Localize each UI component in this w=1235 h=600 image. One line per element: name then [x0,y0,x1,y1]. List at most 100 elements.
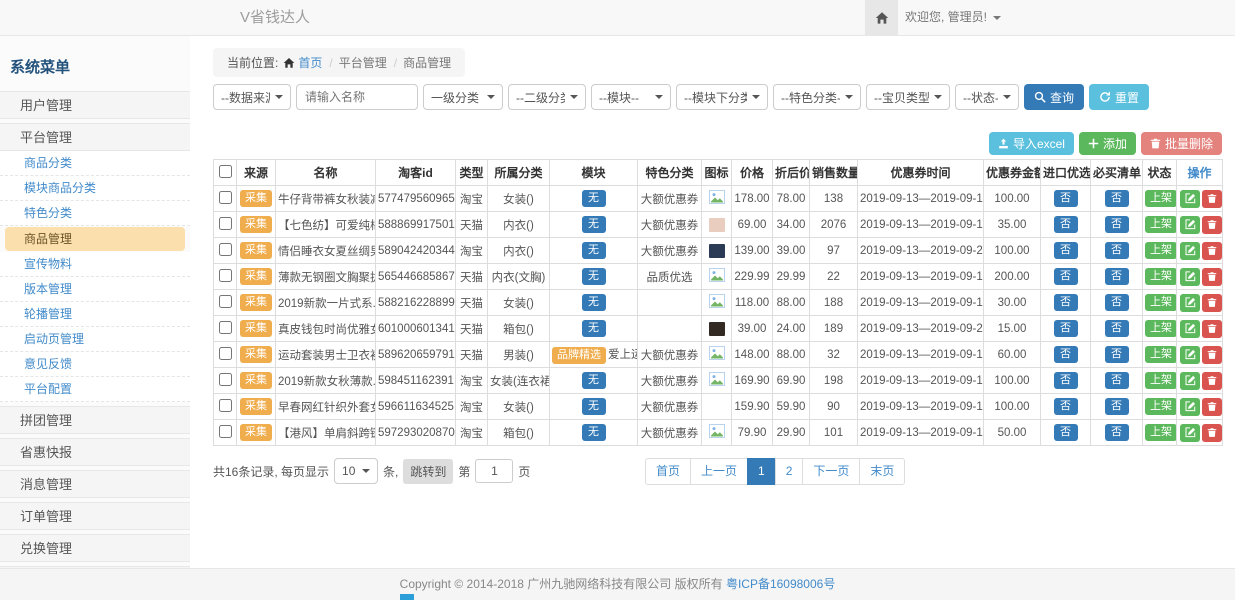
must-buy-badge[interactable]: 否 [1105,346,1129,363]
module-badge[interactable]: 无 [582,424,606,441]
edit-button[interactable] [1180,190,1200,208]
sidebar-item[interactable]: 轮播管理 [0,302,190,327]
breadcrumb-home-link[interactable]: 首页 [283,54,322,71]
sidebar-item[interactable]: 模块商品分类 [0,176,190,201]
import-flag-badge[interactable]: 否 [1054,242,1078,259]
must-buy-badge[interactable]: 否 [1105,216,1129,233]
page-button[interactable]: 1 [747,458,776,485]
module-badge[interactable]: 无 [582,372,606,389]
sidebar-group[interactable]: 消息管理 [0,470,190,498]
import-flag-badge[interactable]: 否 [1054,190,1078,207]
module-badge[interactable]: 无 [582,190,606,207]
must-buy-badge[interactable]: 否 [1105,268,1129,285]
page-button[interactable]: 末页 [859,458,905,485]
module-badge[interactable]: 无 [582,242,606,259]
delete-button[interactable] [1202,268,1222,286]
filter-select[interactable]: --模块下分类-- [676,84,768,110]
import-flag-badge[interactable]: 否 [1054,294,1078,311]
module-badge[interactable]: 无 [582,398,606,415]
delete-button[interactable] [1202,294,1222,312]
edit-button[interactable] [1180,268,1200,286]
select-all-checkbox[interactable] [219,165,232,178]
row-checkbox[interactable] [219,373,232,386]
filter-select[interactable]: --模块-- [591,84,671,110]
sidebar-group[interactable]: 省惠快报 [0,438,190,466]
sidebar-item[interactable]: 意见反馈 [0,352,190,377]
delete-button[interactable] [1202,372,1222,390]
delete-button[interactable] [1202,190,1222,208]
import-excel-button[interactable]: 导入excel [989,132,1074,155]
delete-button[interactable] [1202,216,1222,234]
per-page-select[interactable]: 10 [334,458,378,484]
edit-button[interactable] [1180,398,1200,416]
row-checkbox[interactable] [219,347,232,360]
module-badge[interactable]: 无 [582,320,606,337]
status-badge[interactable]: 上架 [1145,294,1177,311]
status-badge[interactable]: 上架 [1145,424,1177,441]
status-badge[interactable]: 上架 [1145,190,1177,207]
status-badge[interactable]: 上架 [1145,398,1177,415]
sidebar-item[interactable]: 特色分类 [0,201,190,226]
filter-select[interactable]: --特色分类-- [773,84,861,110]
filter-select[interactable]: --数据来源-- [213,84,291,110]
sidebar-item[interactable]: 启动页管理 [0,327,190,352]
row-checkbox[interactable] [219,217,232,230]
filter-select[interactable]: 一级分类 [423,84,503,110]
delete-button[interactable] [1202,424,1222,442]
module-badge[interactable]: 品牌精选 [552,347,606,364]
user-menu[interactable]: 欢迎您, 管理员! [905,0,1001,35]
filter-select[interactable]: --二级分类-- [508,84,586,110]
edit-button[interactable] [1180,424,1200,442]
edit-button[interactable] [1180,372,1200,390]
status-badge[interactable]: 上架 [1145,242,1177,259]
sidebar-group[interactable]: 平台管理 [0,123,190,151]
page-button[interactable]: 下一页 [802,458,860,485]
filter-select[interactable]: --状态-- [955,84,1019,110]
home-button[interactable] [865,0,898,35]
sidebar-item[interactable]: 宣传物料 [0,252,190,277]
search-input[interactable] [296,84,418,110]
query-button[interactable]: 查询 [1024,84,1084,110]
row-checkbox[interactable] [219,191,232,204]
batch-delete-button[interactable]: 批量删除 [1141,132,1222,155]
filter-select[interactable]: --宝贝类型-- [866,84,950,110]
import-flag-badge[interactable]: 否 [1054,346,1078,363]
row-checkbox[interactable] [219,399,232,412]
import-flag-badge[interactable]: 否 [1054,424,1078,441]
delete-button[interactable] [1202,346,1222,364]
must-buy-badge[interactable]: 否 [1105,372,1129,389]
page-button[interactable]: 2 [775,458,804,485]
must-buy-badge[interactable]: 否 [1105,294,1129,311]
add-button[interactable]: 添加 [1079,132,1136,155]
row-checkbox[interactable] [219,321,232,334]
page-button[interactable]: 上一页 [690,458,748,485]
module-badge[interactable]: 无 [582,216,606,233]
status-badge[interactable]: 上架 [1145,320,1177,337]
must-buy-badge[interactable]: 否 [1105,190,1129,207]
sidebar-item[interactable]: 版本管理 [0,277,190,302]
edit-button[interactable] [1180,346,1200,364]
sidebar-group[interactable]: 订单管理 [0,502,190,530]
sidebar-group[interactable]: 兑换管理 [0,534,190,562]
import-flag-badge[interactable]: 否 [1054,372,1078,389]
delete-button[interactable] [1202,320,1222,338]
must-buy-badge[interactable]: 否 [1105,320,1129,337]
page-number-input[interactable] [475,459,513,483]
row-checkbox[interactable] [219,269,232,282]
page-button[interactable]: 首页 [645,458,691,485]
edit-button[interactable] [1180,320,1200,338]
reset-button[interactable]: 重置 [1089,84,1149,110]
row-checkbox[interactable] [219,295,232,308]
delete-button[interactable] [1202,398,1222,416]
sidebar-group[interactable]: 拼团管理 [0,406,190,434]
must-buy-badge[interactable]: 否 [1105,242,1129,259]
sidebar-item[interactable]: 商品管理 [5,227,185,251]
row-checkbox[interactable] [219,243,232,256]
status-badge[interactable]: 上架 [1145,268,1177,285]
edit-button[interactable] [1180,216,1200,234]
module-badge[interactable]: 无 [582,294,606,311]
import-flag-badge[interactable]: 否 [1054,216,1078,233]
jump-button[interactable]: 跳转到 [403,459,453,484]
import-flag-badge[interactable]: 否 [1054,320,1078,337]
must-buy-badge[interactable]: 否 [1105,424,1129,441]
